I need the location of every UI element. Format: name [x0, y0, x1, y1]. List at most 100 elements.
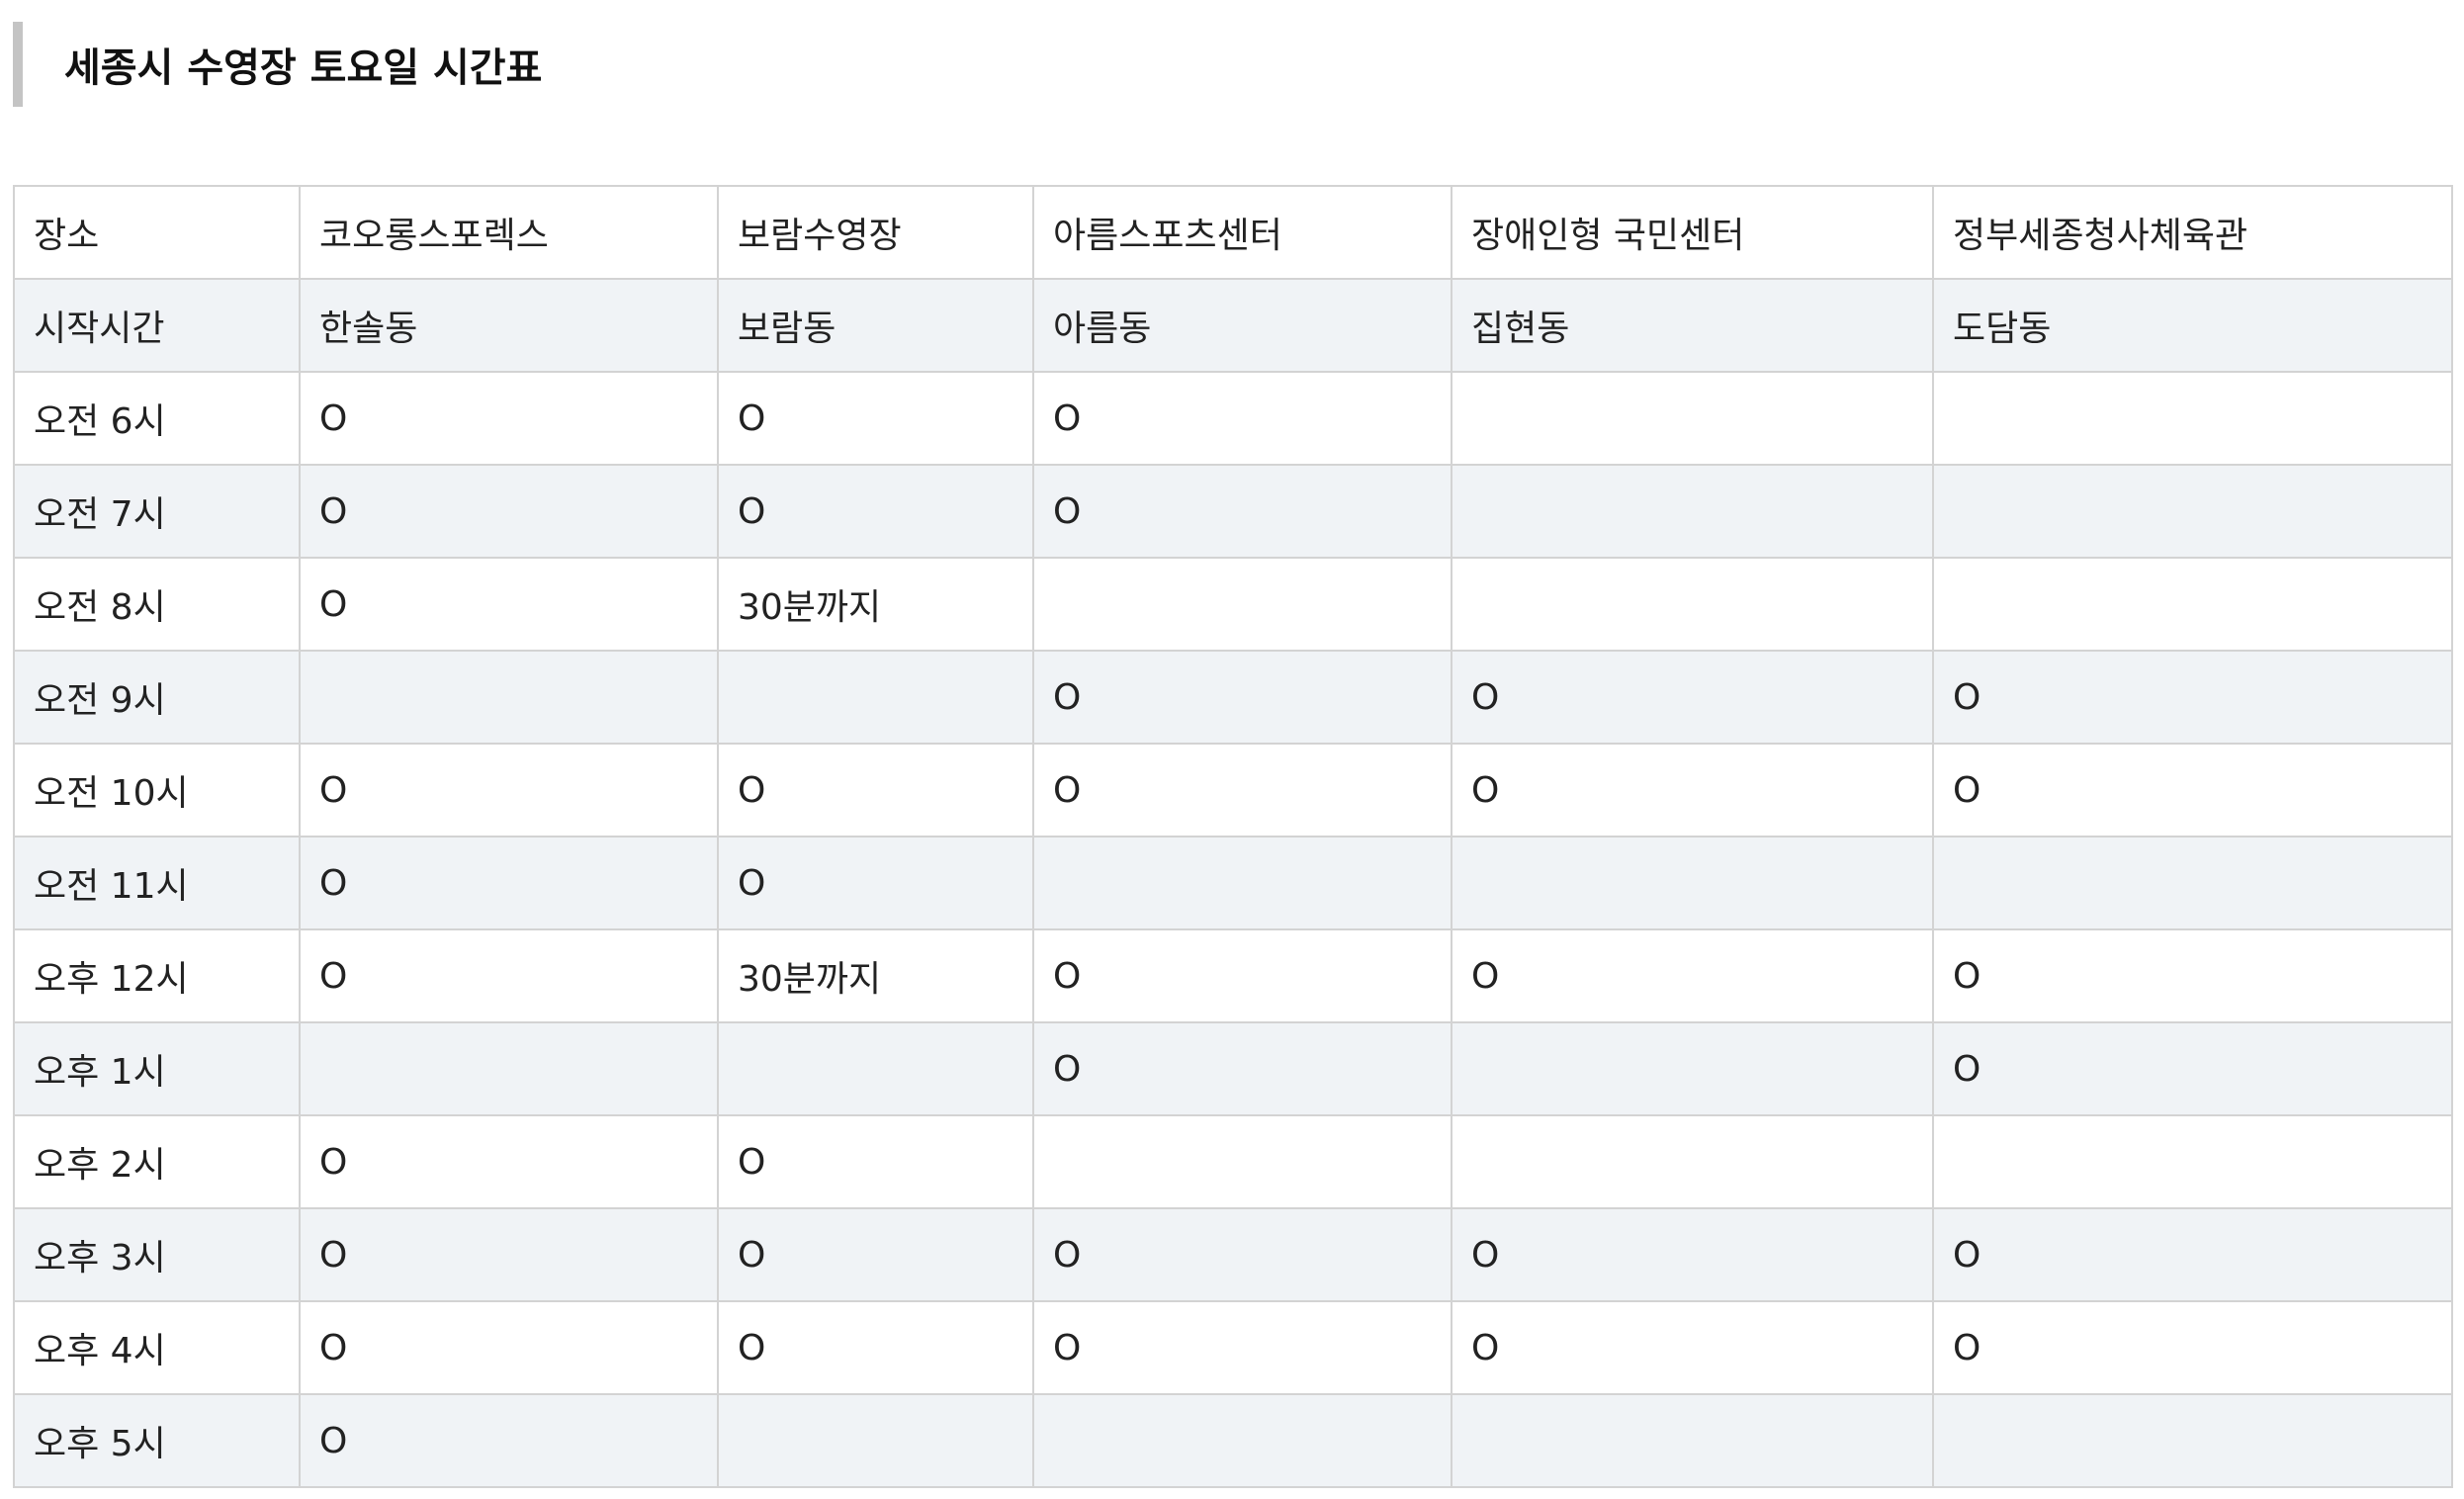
table-row-label: 오후 1시	[13, 1021, 301, 1116]
table-cell: O	[299, 928, 719, 1023]
table-row-label: 오후 12시	[13, 928, 301, 1023]
table-cell: O	[717, 836, 1034, 930]
table-cell	[1032, 1393, 1452, 1488]
table-row-label: 오후 3시	[13, 1207, 301, 1302]
table-row: 오전 11시 O O	[13, 836, 2453, 930]
table-row: 오전 10시 O O O O O	[13, 743, 2453, 838]
table-row: 오후 4시 O O O O O	[13, 1300, 2453, 1395]
table-cell: O	[1032, 928, 1452, 1023]
table-row-label: 오전 8시	[13, 557, 301, 652]
table-cell	[1932, 371, 2453, 466]
table-cell: O	[1451, 1300, 1934, 1395]
table-header-cell: 보람수영장	[717, 185, 1034, 280]
table-cell	[1932, 557, 2453, 652]
table-cell	[1451, 371, 1934, 466]
table-row-label: 시작시간	[13, 278, 301, 373]
page-title: 세종시 수영장 토요일 시간표	[13, 22, 542, 107]
table-cell: 30분까지	[717, 557, 1034, 652]
table-cell	[1451, 1114, 1934, 1209]
table-header-row: 장소 코오롱스포렉스 보람수영장 아름스포츠센터 장애인형 국민센터 정부세종청사체육관	[13, 185, 2453, 280]
table-cell	[1451, 836, 1934, 930]
table-row: 오후 2시 O O	[13, 1114, 2453, 1209]
table-header-cell: 장소	[13, 185, 301, 280]
table-cell: O	[1932, 743, 2453, 838]
table-row-label: 오후 2시	[13, 1114, 301, 1209]
table-cell: O	[1032, 371, 1452, 466]
table-cell	[717, 1393, 1034, 1488]
table-cell	[1451, 1393, 1934, 1488]
table-cell	[1932, 836, 2453, 930]
table-cell: O	[299, 836, 719, 930]
table-cell: O	[1451, 928, 1934, 1023]
table-cell: O	[1451, 650, 1934, 745]
table-row: 오후 12시 O 30분까지 O O O	[13, 928, 2453, 1023]
table-cell: O	[299, 1393, 719, 1488]
table-cell: 보람동	[717, 278, 1034, 373]
table-cell: O	[299, 1207, 719, 1302]
table-row: 오후 5시 O	[13, 1393, 2453, 1488]
table-cell: O	[1932, 1021, 2453, 1116]
table-cell	[717, 1021, 1034, 1116]
table-row: 오전 8시 O 30분까지	[13, 557, 2453, 652]
table-cell: O	[717, 1300, 1034, 1395]
schedule-table: 장소 코오롱스포렉스 보람수영장 아름스포츠센터 장애인형 국민센터 정부세종청사체육관 시…	[13, 185, 2453, 1488]
table-cell	[1932, 464, 2453, 559]
table-cell: O	[717, 464, 1034, 559]
table-cell	[299, 1021, 719, 1116]
table-cell	[1032, 1114, 1452, 1209]
table-row-label: 오전 11시	[13, 836, 301, 930]
table-cell: O	[299, 464, 719, 559]
table-cell	[1451, 1021, 1934, 1116]
table-cell: O	[1032, 650, 1452, 745]
table-cell: O	[1932, 928, 2453, 1023]
table-cell: 30분까지	[717, 928, 1034, 1023]
table-cell	[1032, 557, 1452, 652]
table-cell	[1451, 464, 1934, 559]
table-cell: 도담동	[1932, 278, 2453, 373]
table-cell: 한솔동	[299, 278, 719, 373]
table-header-cell: 아름스포츠센터	[1032, 185, 1452, 280]
table-cell: O	[717, 371, 1034, 466]
table-header-cell: 코오롱스포렉스	[299, 185, 719, 280]
table-cell	[1932, 1393, 2453, 1488]
table-row-label: 오전 6시	[13, 371, 301, 466]
table-cell: O	[1932, 650, 2453, 745]
table-cell: O	[299, 1300, 719, 1395]
table-row-label: 오전 10시	[13, 743, 301, 838]
table-cell: O	[717, 743, 1034, 838]
table-cell: O	[1451, 743, 1934, 838]
table-row: 오전 9시 O O O	[13, 650, 2453, 745]
table-row-label: 오전 9시	[13, 650, 301, 745]
table-row: 오전 6시 O O O	[13, 371, 2453, 466]
table-cell: O	[1451, 1207, 1934, 1302]
table-cell: O	[1932, 1300, 2453, 1395]
table-cell	[299, 650, 719, 745]
table-row-label: 오전 7시	[13, 464, 301, 559]
table-header-cell: 장애인형 국민센터	[1451, 185, 1934, 280]
table-row-label: 오후 4시	[13, 1300, 301, 1395]
table-cell: O	[1032, 464, 1452, 559]
table-cell	[717, 650, 1034, 745]
table-row: 오후 3시 O O O O O	[13, 1207, 2453, 1302]
table-row-label: 오후 5시	[13, 1393, 301, 1488]
table-cell: O	[299, 743, 719, 838]
table-cell: O	[1032, 1300, 1452, 1395]
table-cell: O	[717, 1114, 1034, 1209]
table-cell	[1451, 557, 1934, 652]
table-cell: O	[717, 1207, 1034, 1302]
table-cell: 아름동	[1032, 278, 1452, 373]
table-cell: O	[299, 371, 719, 466]
table-cell: O	[299, 557, 719, 652]
table-cell: 집현동	[1451, 278, 1934, 373]
table-cell: O	[1032, 1021, 1452, 1116]
table-cell: O	[1932, 1207, 2453, 1302]
table-row: 시작시간 한솔동 보람동 아름동 집현동 도담동	[13, 278, 2453, 373]
table-row: 오후 1시 O O	[13, 1021, 2453, 1116]
table-cell: O	[299, 1114, 719, 1209]
table-header-cell: 정부세종청사체육관	[1932, 185, 2453, 280]
table-row: 오전 7시 O O O	[13, 464, 2453, 559]
table-cell	[1032, 836, 1452, 930]
table-cell	[1932, 1114, 2453, 1209]
table-cell: O	[1032, 743, 1452, 838]
table-cell: O	[1032, 1207, 1452, 1302]
